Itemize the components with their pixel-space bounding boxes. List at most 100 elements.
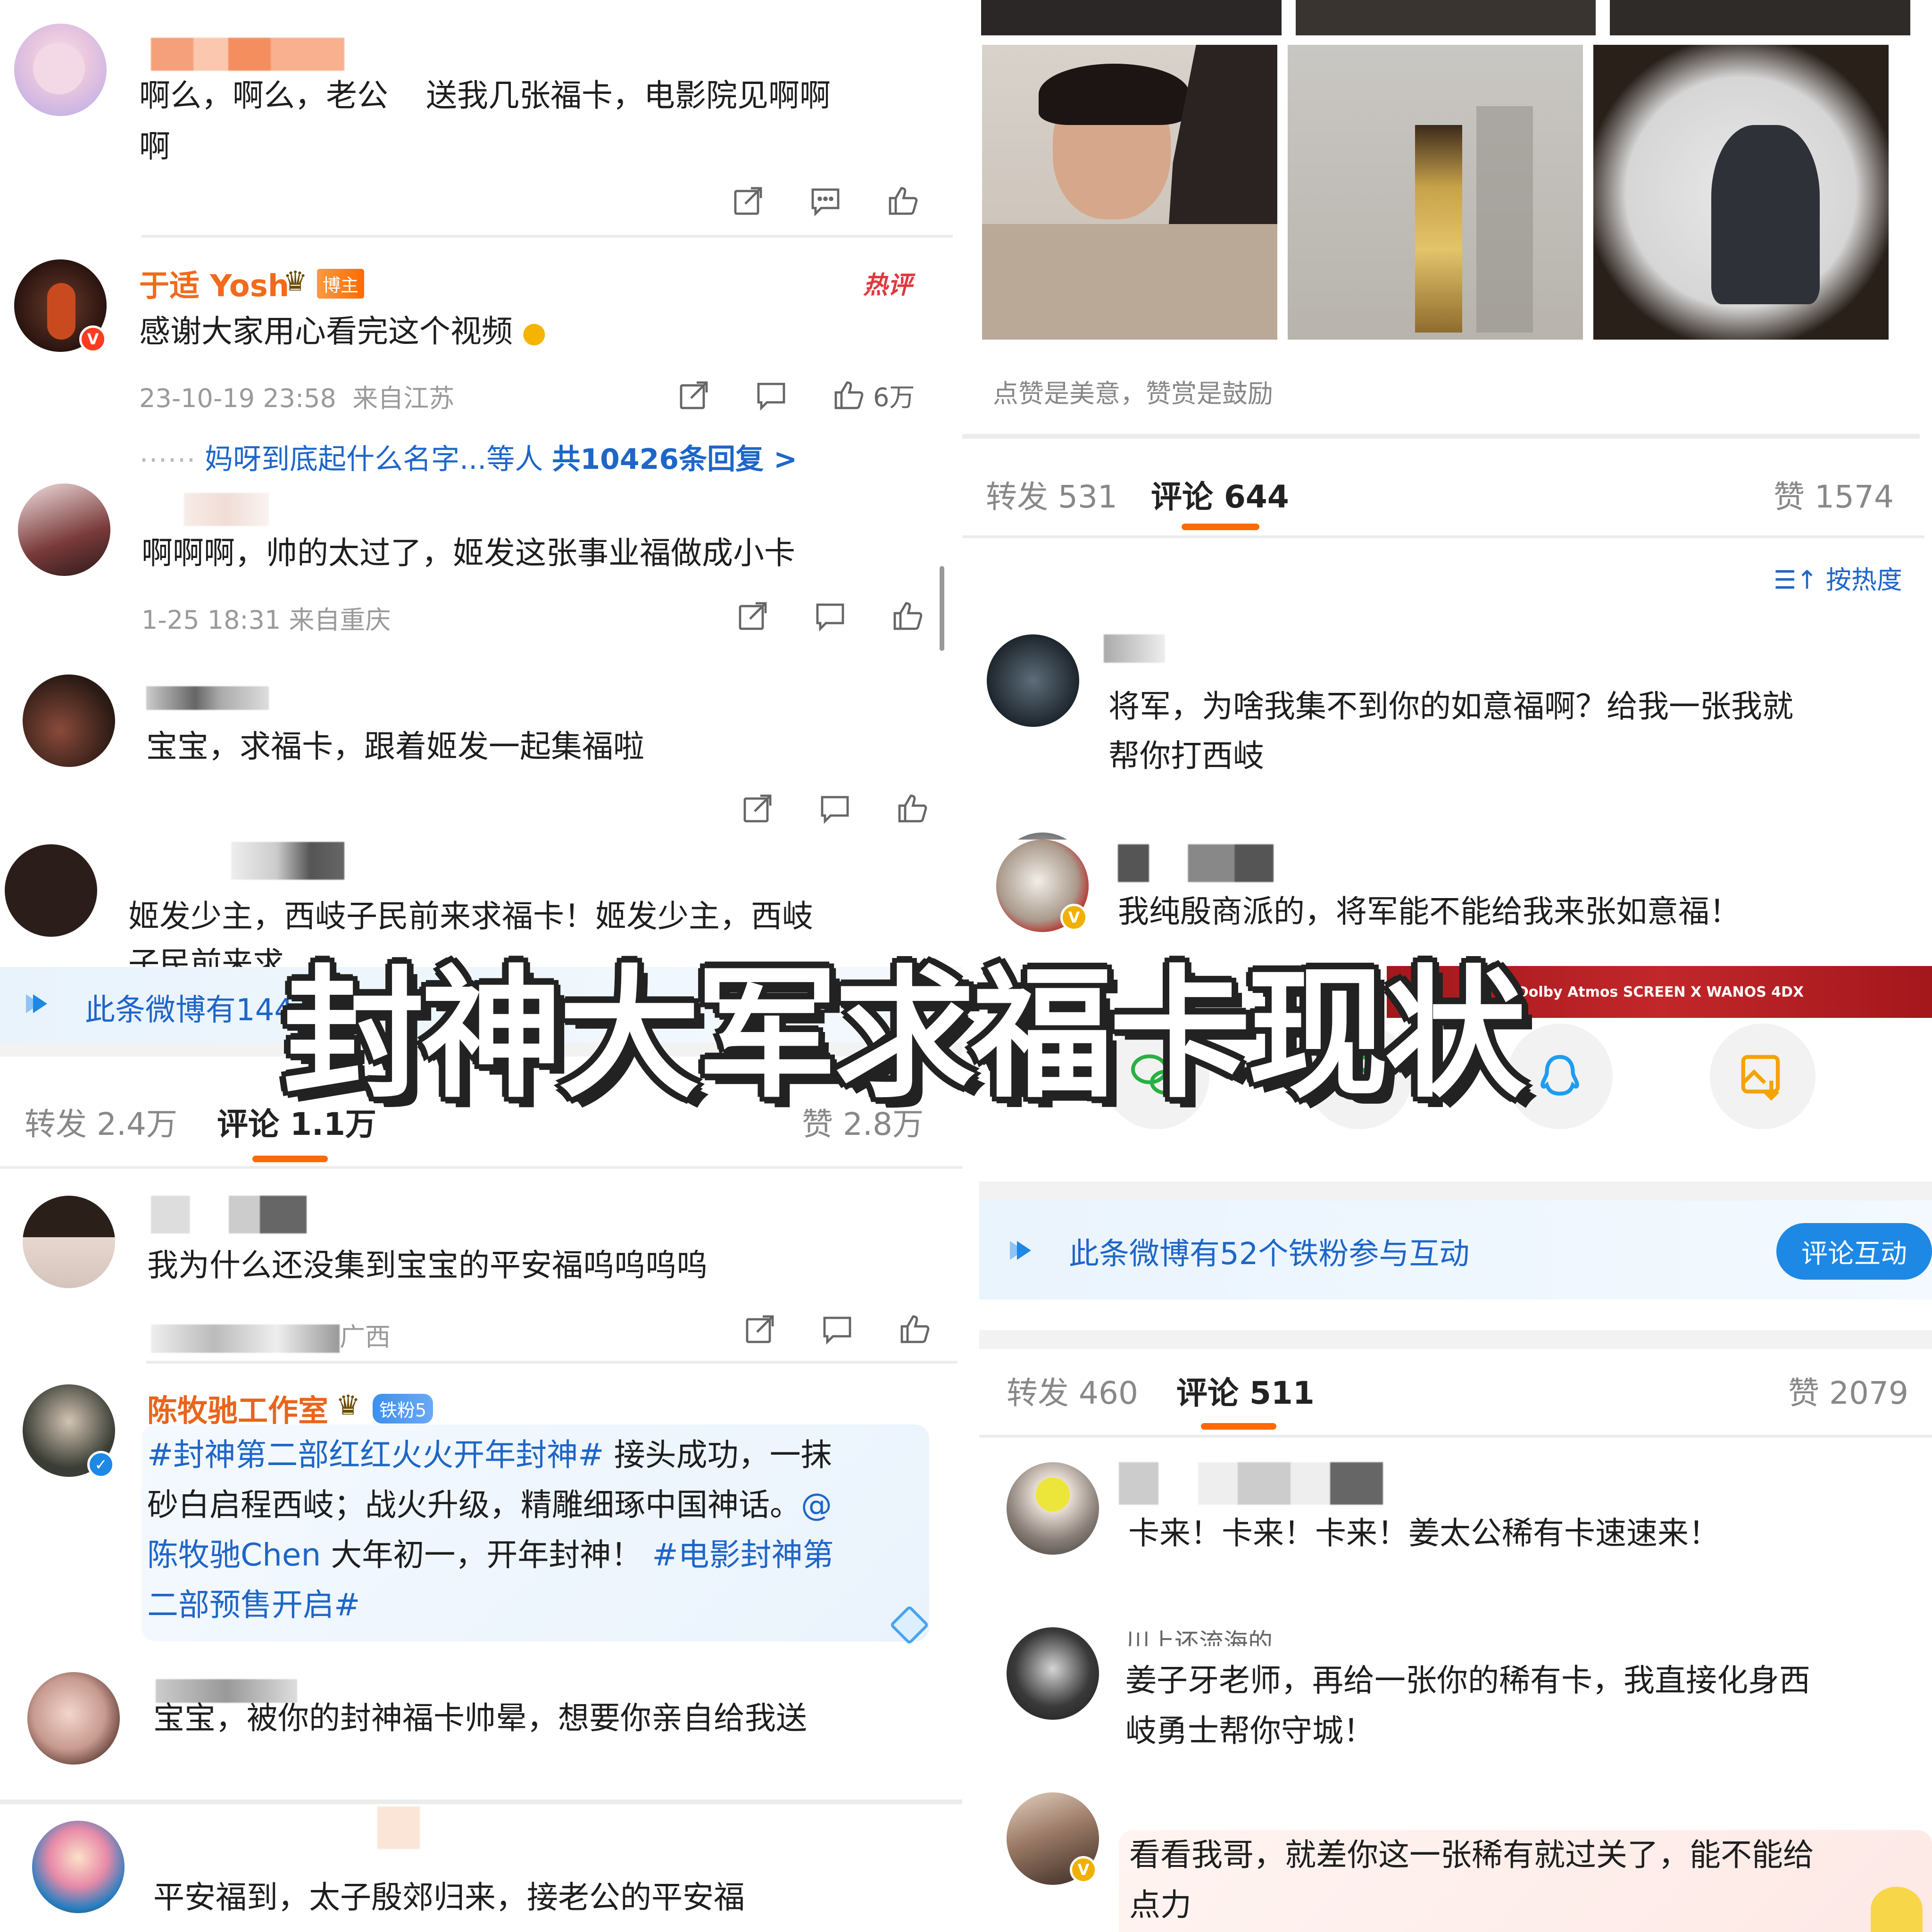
avatar[interactable] <box>996 833 1089 840</box>
avatar[interactable] <box>27 1672 120 1765</box>
like-icon[interactable] <box>898 1312 932 1346</box>
share-icon[interactable] <box>743 1312 777 1346</box>
share-icon[interactable] <box>741 791 774 825</box>
divider <box>0 1799 962 1804</box>
sort-icon: ☰↑ <box>1774 565 1818 595</box>
like-icon[interactable] <box>886 184 920 218</box>
fans-icon <box>24 991 52 1016</box>
crown-icon: ♛ <box>283 265 308 297</box>
comment-text-line2: 砂白启程西岐；战火升级，精雕细琢中国神话。@ <box>147 1487 832 1523</box>
tab-comment[interactable]: 评论 511 <box>1176 1368 1315 1413</box>
comment-icon[interactable] <box>754 378 788 412</box>
divider <box>962 535 1924 538</box>
fan-level-badge: 铁粉5 <box>373 1394 433 1424</box>
avatar[interactable] <box>23 675 115 767</box>
divider <box>0 1166 962 1169</box>
action-bar <box>741 791 929 825</box>
comment-text: 卡来！卡来！卡来！姜太公稀有卡速速来！ <box>1128 1515 1720 1551</box>
comment-text: 平安福到，太子殷郊归来，接老公的平安福 <box>153 1879 745 1915</box>
verified-badge: ✓ <box>87 1451 115 1478</box>
share-icon[interactable] <box>731 184 765 218</box>
username-blurred[interactable] <box>377 1807 420 1849</box>
tab-repost[interactable]: 转发 460 <box>1007 1368 1138 1413</box>
qq-share-button[interactable] <box>1507 1024 1613 1129</box>
crown-icon: ♛ <box>336 1389 360 1421</box>
action-bar <box>731 184 920 218</box>
like-icon[interactable] <box>891 599 924 633</box>
avatar[interactable] <box>987 634 1079 727</box>
save-image-button[interactable] <box>1710 1024 1815 1129</box>
comment-text-line2: 子民前来求 <box>128 945 284 967</box>
avatar[interactable] <box>32 1821 125 1913</box>
comment-icon[interactable] <box>808 184 842 218</box>
comment-text: 宝宝，被你的封神福卡帅晕，想要你亲自给我送 <box>153 1700 807 1736</box>
divider <box>142 235 953 238</box>
fans-text: 此条微博有144 <box>85 993 294 1028</box>
action-bar <box>743 1312 932 1346</box>
comment-text: 感谢大家用心看完这个视频 ● <box>139 313 547 350</box>
avatar[interactable] <box>14 24 107 116</box>
username-blurred[interactable] <box>151 38 344 71</box>
share-icon[interactable] <box>736 599 770 633</box>
divider <box>146 1361 958 1364</box>
avatar[interactable] <box>5 844 97 937</box>
photo-1[interactable] <box>982 45 1277 340</box>
fans-bar[interactable]: 此条微博有52个铁粉参与互动 评论互动 <box>979 1200 1932 1299</box>
username-blurred[interactable] <box>1119 1462 1383 1505</box>
username-blurred[interactable] <box>184 493 269 526</box>
username-blurred[interactable] <box>1118 844 1274 882</box>
tab-like[interactable]: 赞 2079 <box>1788 1368 1908 1413</box>
fans-text: 此条微博有52个铁粉参与互动 <box>1069 1237 1470 1272</box>
divider <box>979 1182 1932 1200</box>
comment-icon[interactable] <box>813 599 847 633</box>
comment-meta: 23-10-19 23:58 来自江苏 <box>139 383 455 413</box>
emoji-sticker <box>1871 1887 1923 1932</box>
action-bar <box>736 599 924 633</box>
tab-repost[interactable]: 转发 531 <box>986 472 1117 517</box>
divider <box>962 434 1920 439</box>
tab-comment[interactable]: 评论 644 <box>1151 472 1289 517</box>
active-tab-indicator <box>252 1156 328 1162</box>
like-icon[interactable] <box>895 791 929 825</box>
blogger-badge: 博主 <box>317 269 365 299</box>
username[interactable]: 川上还流海的 <box>1125 1623 1273 1646</box>
panel-top-right: 点赞是美意，赞赏是鼓励 转发 531 评论 644 赞 1574 ☰↑ 按热度 … <box>962 0 1932 840</box>
fans-interact-button[interactable]: 评论互动 <box>1776 1223 1932 1280</box>
divider <box>979 1435 1932 1438</box>
hot-comment-badge: 热评 <box>863 271 913 300</box>
comment-icon[interactable] <box>818 791 852 825</box>
username-blurred[interactable] <box>151 1196 307 1233</box>
divider <box>979 1330 1932 1349</box>
comment-icon[interactable] <box>820 1312 854 1346</box>
username-blurred[interactable] <box>146 686 269 710</box>
active-tab-indicator <box>1182 524 1259 530</box>
comment-text: #封神第二部红红火火开年封神# 接头成功，一抹 <box>147 1437 832 1473</box>
scrollbar[interactable] <box>940 566 944 651</box>
like-icon[interactable] <box>832 378 866 412</box>
comment-text: 看看我哥，就差你这一张稀有就过关了，能不能给 <box>1129 1837 1814 1873</box>
comment-text-line2: 岐勇士帮你守城！ <box>1125 1713 1374 1749</box>
share-icon[interactable] <box>677 378 711 412</box>
username-blurred[interactable] <box>231 842 344 880</box>
photo-2[interactable] <box>1288 45 1583 340</box>
sort-button[interactable]: ☰↑ 按热度 <box>1774 559 1902 596</box>
avatar[interactable] <box>18 483 110 576</box>
tab-like[interactable]: 赞 1574 <box>1774 472 1894 517</box>
verified-badge: V <box>79 325 107 353</box>
replies-link[interactable]: ⋯⋯ 妈呀到底起什么名字...等人 共10426条回复 > <box>139 436 797 477</box>
avatar[interactable] <box>23 1196 115 1288</box>
tab-repost[interactable]: 转发 2.4万 <box>25 1099 177 1144</box>
avatar[interactable] <box>1007 1462 1099 1555</box>
like-count: 6万 <box>873 383 915 412</box>
comment-text: 啊啊啊，帅的太过了，姬发这张事业福做成小卡 <box>142 535 795 571</box>
username[interactable]: 陈牧驰工作室 <box>147 1387 328 1430</box>
photo-3[interactable] <box>1593 45 1889 340</box>
username[interactable]: 于适 Yosh <box>139 262 289 305</box>
photo-caption: 点赞是美意，赞赏是鼓励 <box>993 379 1273 408</box>
comment-meta: 广西 <box>151 1316 391 1353</box>
comment-text-line2: 啊 <box>139 128 170 165</box>
action-bar: 6万 <box>677 376 915 414</box>
comment-text: 姜子牙老师，再给一张你的稀有卡，我直接化身西 <box>1125 1662 1810 1699</box>
username-blurred[interactable] <box>1104 634 1165 663</box>
avatar[interactable] <box>1007 1627 1099 1720</box>
